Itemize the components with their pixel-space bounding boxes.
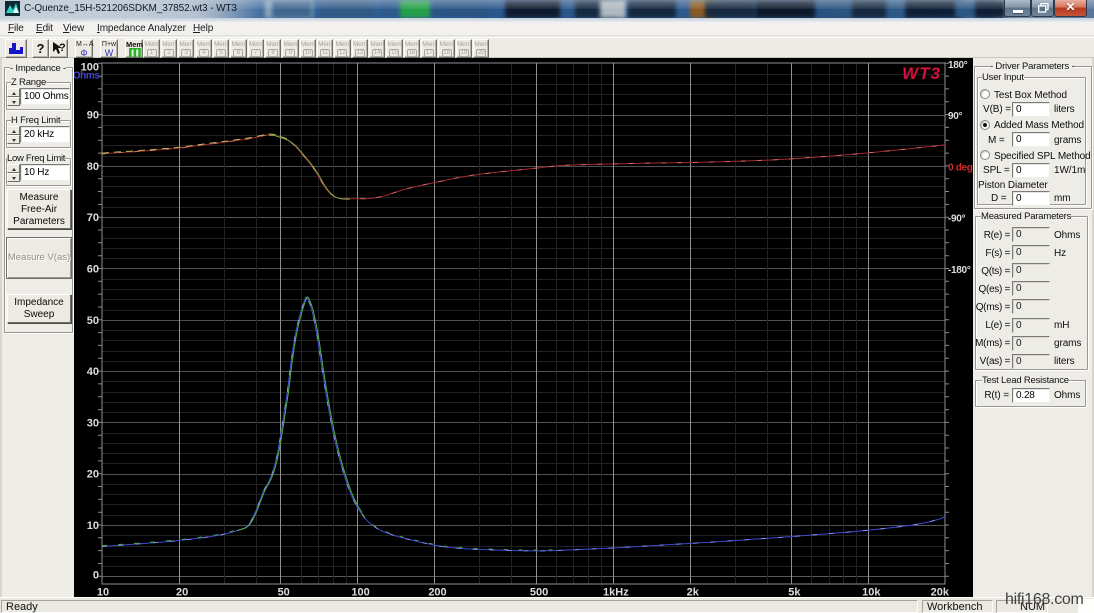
svg-text:0: 0 bbox=[93, 569, 99, 581]
svg-text:20: 20 bbox=[176, 587, 188, 598]
svg-text:Ohms: Ohms bbox=[74, 71, 100, 82]
svg-text:-180°: -180° bbox=[948, 265, 971, 276]
svg-text:90°: 90° bbox=[948, 111, 963, 122]
svg-text:10: 10 bbox=[87, 520, 99, 532]
svg-text:40: 40 bbox=[87, 366, 99, 378]
svg-text:100: 100 bbox=[351, 587, 369, 598]
svg-text:60: 60 bbox=[87, 264, 99, 276]
svg-text:5k: 5k bbox=[788, 587, 801, 598]
svg-text:30: 30 bbox=[87, 417, 99, 429]
svg-text:200: 200 bbox=[428, 587, 446, 598]
svg-text:20k: 20k bbox=[931, 587, 950, 598]
svg-text:500: 500 bbox=[530, 587, 548, 598]
svg-text:0 deg: 0 deg bbox=[948, 162, 973, 173]
svg-text:180°: 180° bbox=[948, 60, 968, 71]
svg-text:?: ? bbox=[59, 42, 66, 54]
svg-text:-90°: -90° bbox=[948, 214, 966, 225]
svg-text:80: 80 bbox=[87, 161, 99, 173]
svg-text:10: 10 bbox=[97, 587, 109, 598]
svg-text:90: 90 bbox=[87, 110, 99, 122]
svg-text:10k: 10k bbox=[862, 587, 881, 598]
svg-text:2k: 2k bbox=[687, 587, 700, 598]
svg-text:70: 70 bbox=[87, 212, 99, 224]
svg-text:20: 20 bbox=[87, 469, 99, 481]
svg-text:1kHz: 1kHz bbox=[603, 587, 629, 598]
svg-text:WT3: WT3 bbox=[902, 64, 941, 83]
svg-text:50: 50 bbox=[278, 587, 290, 598]
svg-text:50: 50 bbox=[87, 315, 99, 327]
